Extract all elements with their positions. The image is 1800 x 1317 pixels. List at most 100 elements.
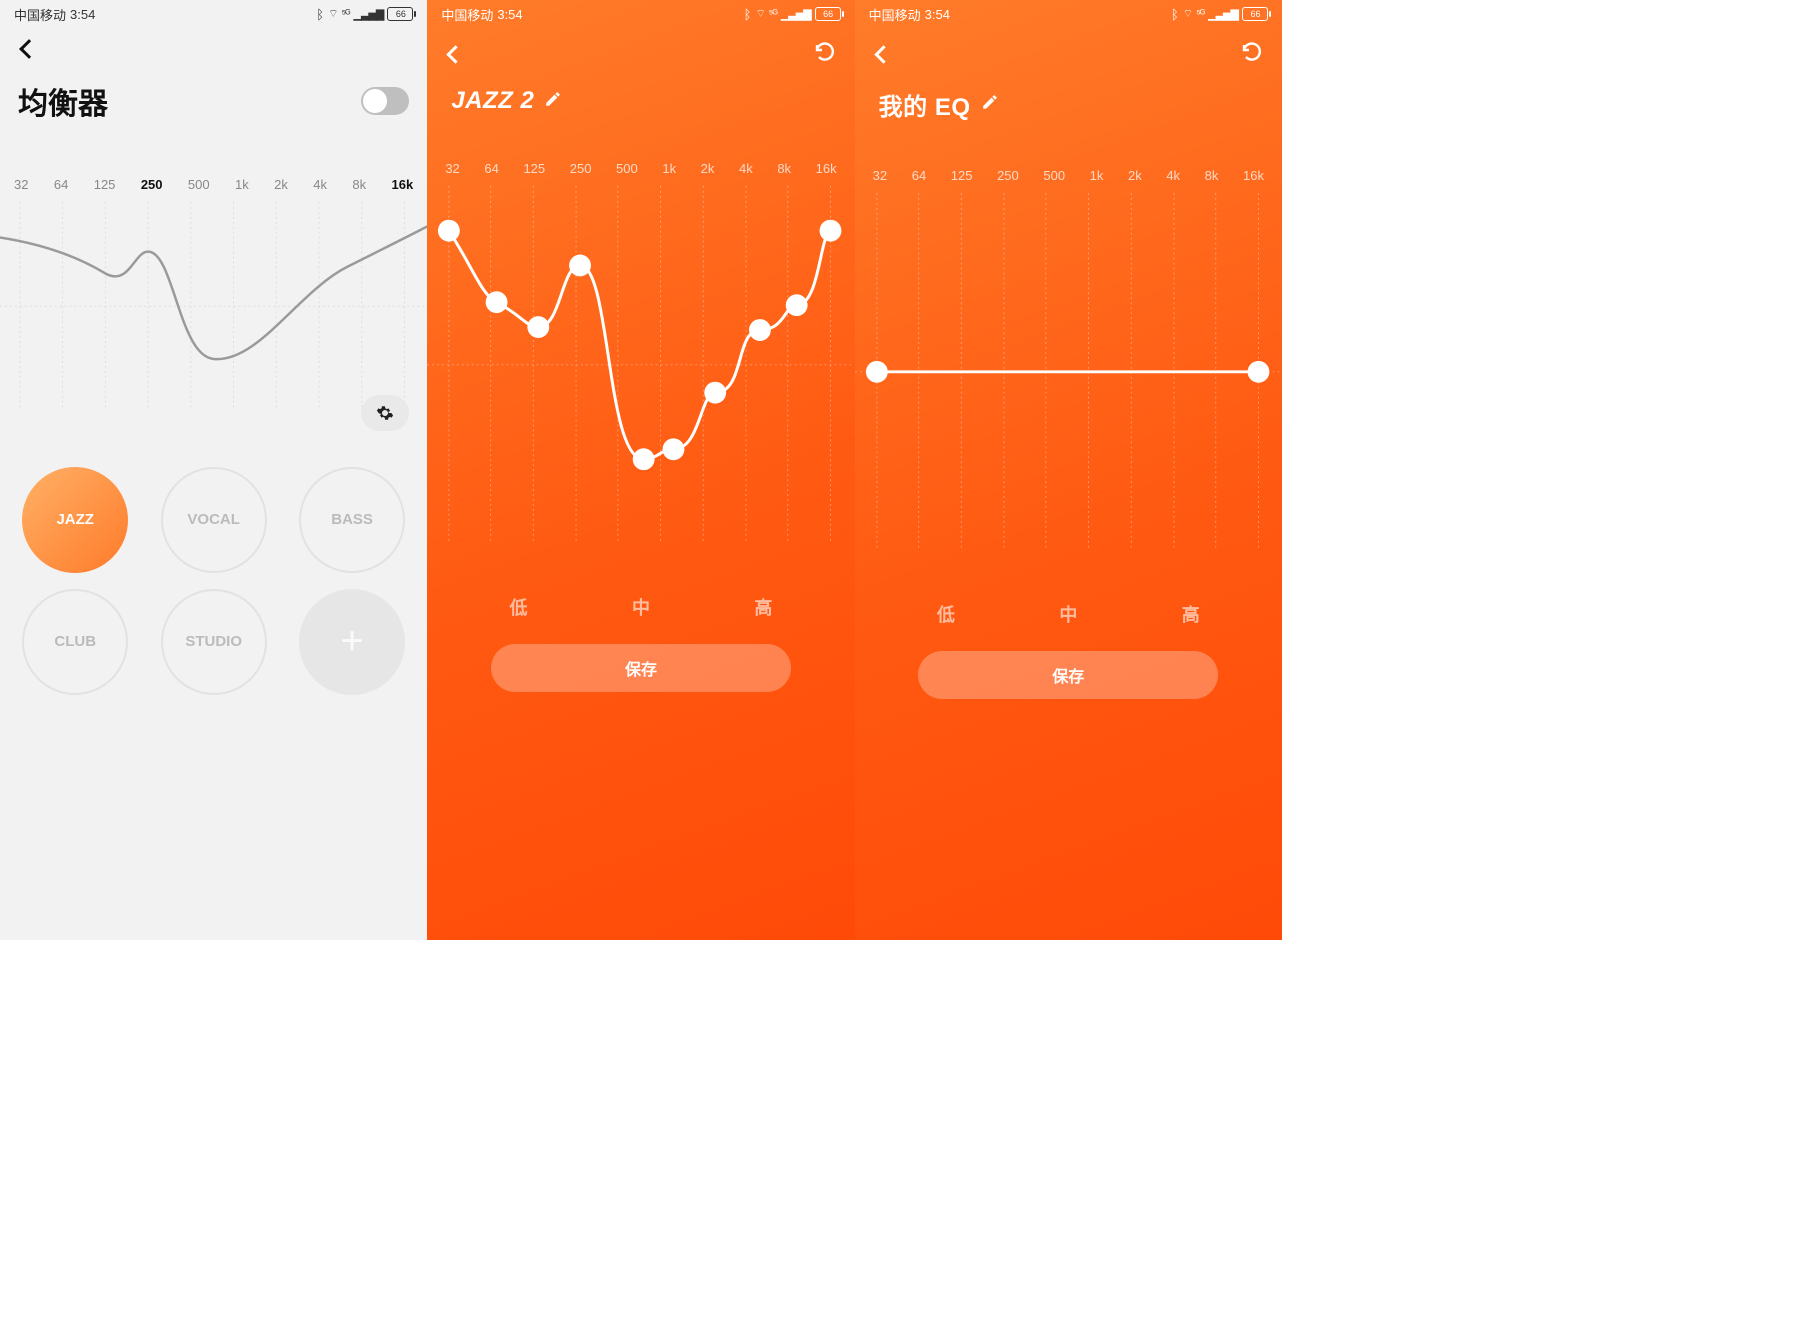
- battery-icon: 66: [815, 7, 841, 21]
- freq-label: 16k: [816, 161, 837, 176]
- freq-label: 250: [570, 161, 592, 176]
- screen-eq-edit-jazz2: 中国移动 3:54 ᛒ ⌔ ⁵ᴳ ▁▃▅▇ 66 JAZZ 2 32 64 125 2…: [427, 0, 854, 940]
- back-icon[interactable]: [447, 45, 465, 63]
- status-left: 中国移动 3:54: [14, 5, 95, 24]
- pencil-icon: [544, 90, 562, 108]
- band-tab[interactable]: 高: [1182, 601, 1200, 627]
- freq-label: 32: [445, 161, 459, 176]
- status-right: ᛒ ⌔ ⁵ᴳ ▁▃▅▇ 66: [1171, 7, 1268, 22]
- rename-button[interactable]: [981, 93, 999, 116]
- freq-label: 500: [188, 177, 210, 192]
- wifi-icon: ⌔: [755, 7, 764, 21]
- freq-label: 16k: [1243, 168, 1264, 183]
- freq-label: 500: [616, 161, 638, 176]
- title-row: JAZZ 2: [427, 69, 854, 115]
- status-carrier: 中国移动: [869, 5, 921, 24]
- freq-label: 125: [523, 161, 545, 176]
- frequency-labels: 32 64 125 250 500 1k 2k 4k 8k 16k: [427, 161, 854, 176]
- frequency-labels: 32641252505001k2k4k8k16k: [855, 168, 1282, 183]
- freq-label: 64: [484, 161, 498, 176]
- frequency-labels: 32 64 125 250 500 1k 2k 4k 8k 16k: [0, 177, 427, 192]
- battery-icon: 66: [387, 7, 413, 21]
- freq-label: 250: [141, 177, 163, 192]
- pencil-icon: [981, 93, 999, 111]
- band-tab[interactable]: 高: [754, 594, 772, 620]
- preset-jazz[interactable]: JAZZ: [22, 467, 128, 573]
- band-tabs: 低中高: [427, 594, 854, 620]
- status-bar: 中国移动 3:54 ᛒ ⌔ ⁵ᴳ ▁▃▅▇ 66: [427, 0, 854, 28]
- band-tab[interactable]: 中: [1059, 601, 1077, 627]
- settings-button[interactable]: [361, 395, 409, 431]
- band-tabs: 低中高: [855, 601, 1282, 627]
- eq-curve-chart[interactable]: [427, 176, 854, 554]
- preset-studio[interactable]: STUDIO: [161, 589, 267, 695]
- back-icon[interactable]: [874, 45, 892, 63]
- freq-label: 125: [951, 168, 973, 183]
- freq-label: 4k: [1166, 168, 1180, 183]
- eq-curve-chart[interactable]: [855, 183, 1282, 561]
- freq-label: 125: [94, 177, 116, 192]
- undo-icon: [1240, 40, 1264, 64]
- freq-label: 32: [873, 168, 887, 183]
- freq-label: 2k: [1128, 168, 1142, 183]
- status-left: 中国移动 3:54: [441, 5, 522, 24]
- freq-label: 4k: [313, 177, 327, 192]
- reset-button[interactable]: [813, 40, 837, 69]
- freq-label: 2k: [701, 161, 715, 176]
- back-icon[interactable]: [19, 39, 39, 59]
- signal-icon: ▁▃▅▇: [1208, 8, 1238, 21]
- freq-label: 8k: [777, 161, 791, 176]
- freq-label: 1k: [662, 161, 676, 176]
- preset-grid: JAZZ VOCAL BASS CLUB STUDIO +: [0, 467, 427, 695]
- eq-title: 我的 EQ: [879, 87, 971, 122]
- add-preset-button[interactable]: +: [299, 589, 405, 695]
- freq-label: 8k: [1205, 168, 1219, 183]
- wifi-icon: ⌔: [1183, 7, 1192, 21]
- signal-icon: ▁▃▅▇: [781, 8, 811, 21]
- band-tab[interactable]: 低: [937, 601, 955, 627]
- title-row: 我的 EQ: [855, 69, 1282, 122]
- preset-bass[interactable]: BASS: [299, 467, 405, 573]
- status-right: ᛒ ⌔ ⁵ᴳ ▁▃▅▇ 66: [316, 7, 413, 22]
- freq-label: 16k: [392, 177, 414, 192]
- freq-label: 64: [912, 168, 926, 183]
- bluetooth-icon: ᛒ: [744, 7, 752, 22]
- preset-club[interactable]: CLUB: [22, 589, 128, 695]
- reset-button[interactable]: [1240, 40, 1264, 69]
- screen-eq-edit-myeq: 中国移动 3:54 ᛒ ⌔ ⁵ᴳ ▁▃▅▇ 66 我的 EQ 326412525…: [855, 0, 1282, 940]
- header: [855, 28, 1282, 69]
- freq-label: 32: [14, 177, 28, 192]
- freq-label: 1k: [235, 177, 249, 192]
- freq-label: 8k: [352, 177, 366, 192]
- network-icon: ⁵ᴳ: [1196, 8, 1204, 20]
- signal-icon: ▁▃▅▇: [353, 8, 383, 21]
- wifi-icon: ⌔: [328, 7, 337, 21]
- freq-label: 64: [54, 177, 68, 192]
- header: 均衡器: [0, 28, 427, 123]
- rename-button[interactable]: [544, 90, 562, 113]
- freq-label: 4k: [739, 161, 753, 176]
- page-title: 均衡器: [18, 79, 108, 123]
- bluetooth-icon: ᛒ: [1171, 7, 1179, 22]
- preset-vocal[interactable]: VOCAL: [161, 467, 267, 573]
- network-icon: ⁵ᴳ: [341, 8, 349, 20]
- bluetooth-icon: ᛒ: [316, 7, 324, 22]
- band-tab[interactable]: 中: [632, 594, 650, 620]
- status-right: ᛒ ⌔ ⁵ᴳ ▁▃▅▇ 66: [744, 7, 841, 22]
- status-bar: 中国移动 3:54 ᛒ ⌔ ⁵ᴳ ▁▃▅▇ 66: [855, 0, 1282, 28]
- save-button[interactable]: 保存: [491, 644, 791, 692]
- status-left: 中国移动 3:54: [869, 5, 950, 24]
- save-button[interactable]: 保存: [918, 651, 1218, 699]
- freq-label: 1k: [1090, 168, 1104, 183]
- status-bar: 中国移动 3:54 ᛒ ⌔ ⁵ᴳ ▁▃▅▇ 66: [0, 0, 427, 28]
- undo-icon: [813, 40, 837, 64]
- eq-toggle[interactable]: [361, 87, 409, 115]
- status-time: 3:54: [70, 7, 95, 22]
- status-carrier: 中国移动: [14, 5, 66, 24]
- header: [427, 28, 854, 69]
- eq-title: JAZZ 2: [451, 87, 534, 115]
- status-time: 3:54: [925, 7, 950, 22]
- freq-label: 2k: [274, 177, 288, 192]
- band-tab[interactable]: 低: [510, 594, 528, 620]
- network-icon: ⁵ᴳ: [769, 8, 777, 20]
